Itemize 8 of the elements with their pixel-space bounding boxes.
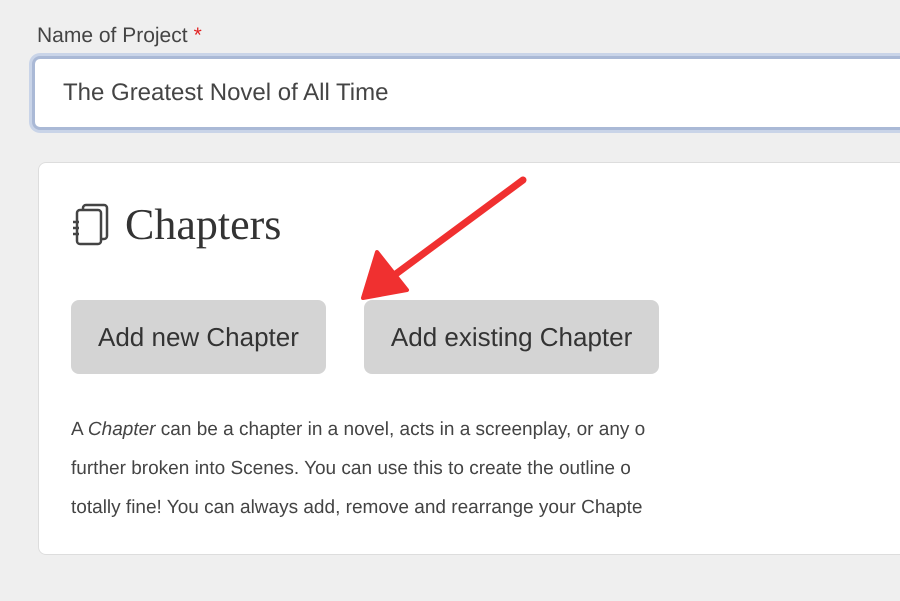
add-chapter-button[interactable]: Add existing Chapter xyxy=(364,300,660,374)
notebook-icon xyxy=(71,202,111,248)
add-chapter-button[interactable]: Add new Chapter xyxy=(71,300,326,374)
field-label: Name of Project xyxy=(37,24,188,48)
description-text: A Chapter can be a chapter in a novel, acts in a screenplay, or any o further broken into Scenes. You can use this to create the outline o totally fine! You can always add, remove and rearrange your Chapte xyxy=(71,418,646,520)
section-title: Chapters xyxy=(125,199,282,250)
project-name-field[interactable]: The Greatest Novel of All Time xyxy=(32,56,900,130)
required-mark: * xyxy=(194,24,202,48)
